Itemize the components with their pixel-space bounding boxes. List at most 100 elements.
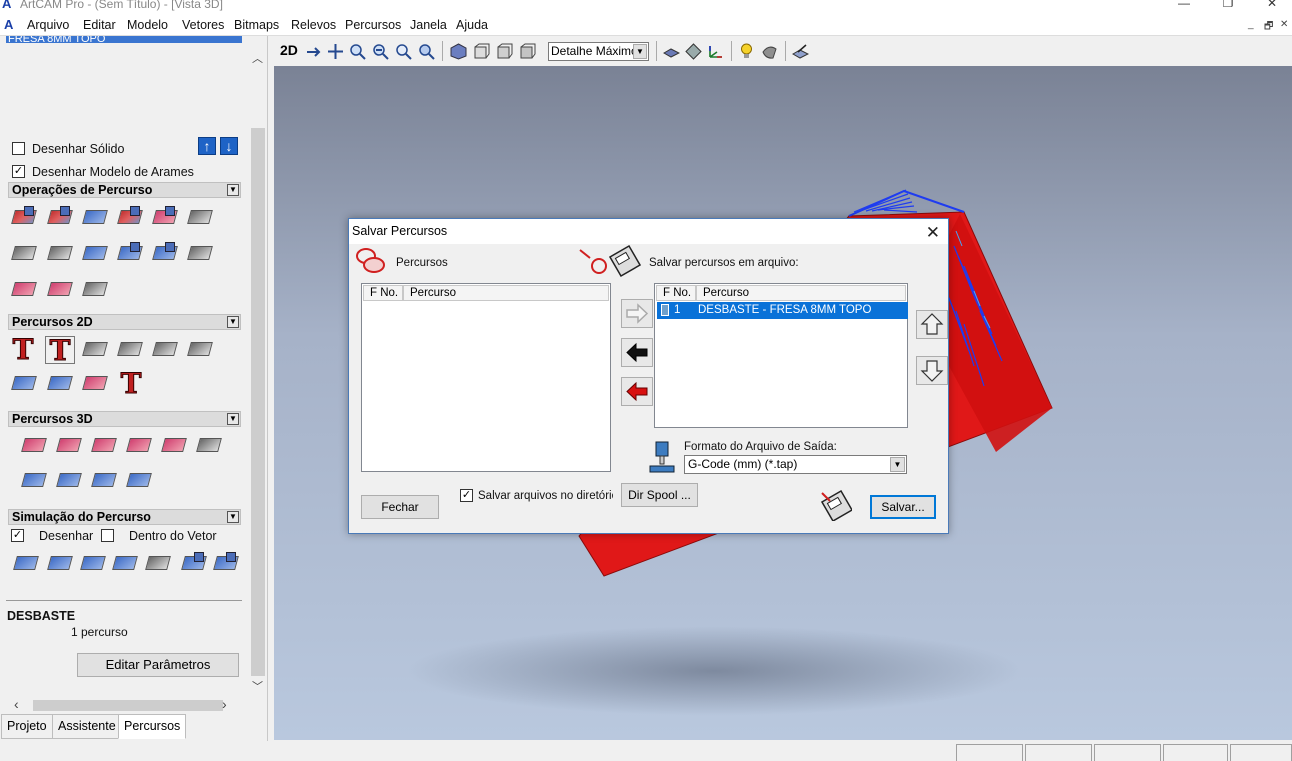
move-up-button[interactable] — [916, 310, 948, 339]
draw-mesh-icon[interactable] — [685, 43, 702, 60]
3d-simulation-icon[interactable] — [195, 432, 225, 460]
save-simulation-icon[interactable] — [180, 550, 210, 578]
front-view-icon[interactable] — [473, 43, 490, 60]
move-up-button[interactable]: ↑ — [198, 137, 216, 155]
artcam-menu-icon[interactable]: A — [4, 17, 13, 32]
minimize-button[interactable]: — — [1164, 0, 1204, 10]
section-simulacao-header[interactable]: Simulação do Percurso ▼ — [8, 509, 241, 525]
pencil-machining-icon[interactable] — [160, 432, 190, 460]
menu-janela[interactable]: Janela — [410, 18, 447, 32]
machine-relief-icon[interactable] — [20, 432, 50, 460]
rotary-machining-icon[interactable] — [125, 467, 155, 495]
menu-relevos[interactable]: Relevos — [291, 18, 336, 32]
collapse-icon[interactable]: ▼ — [227, 184, 239, 196]
reset-simulation-icon[interactable] — [111, 550, 141, 578]
section-operacoes-header[interactable]: Operações de Percurso ▼ — [8, 182, 241, 198]
list-item[interactable]: 1 DESBASTE - FRESA 8MM TOPO — [657, 302, 908, 319]
material-setup-icon[interactable] — [81, 240, 111, 268]
rest-machining-icon[interactable] — [125, 432, 155, 460]
simulate-all-icon[interactable] — [46, 550, 76, 578]
iso-view-icon[interactable] — [450, 43, 467, 60]
maximize-button[interactable]: ❐ — [1208, 0, 1248, 10]
simulation-relief-icon[interactable] — [144, 550, 174, 578]
z-level-roughing-icon[interactable] — [55, 432, 85, 460]
menu-ajuda[interactable]: Ajuda — [456, 18, 488, 32]
col-fno-header[interactable]: F No. — [656, 285, 696, 301]
tab-projeto[interactable]: Projeto — [1, 714, 53, 739]
draw-wireframe-checkbox[interactable]: ✓ — [12, 165, 25, 178]
close-button[interactable]: ✕ — [1252, 0, 1292, 10]
remove-all-button[interactable] — [621, 377, 653, 406]
3d-finishing-icon[interactable] — [90, 432, 120, 460]
transform-toolpath-icon[interactable] — [151, 204, 181, 232]
edit-parameters-button[interactable]: Editar Parâmetros — [77, 653, 239, 677]
side-view-icon[interactable] — [496, 43, 513, 60]
toolpath-list-selected[interactable]: FRESA 8MM TOPO — [6, 36, 242, 43]
toolpath-material-icon[interactable] — [81, 204, 111, 232]
save-toolpaths-list[interactable]: F No. Percurso 1 DESBASTE - FRESA 8MM TO… — [654, 283, 908, 428]
menu-modelo[interactable]: Modelo — [127, 18, 168, 32]
panel-horizontal-scrollbar[interactable]: ‹ › — [8, 696, 240, 712]
save-button[interactable]: Salvar... — [870, 495, 936, 519]
tool-database-icon[interactable] — [10, 240, 40, 268]
scroll-right-icon[interactable]: › — [222, 696, 227, 712]
fluting-icon[interactable]: T — [116, 369, 146, 398]
toolpath-summary-icon[interactable] — [186, 204, 216, 232]
section-percursos-2d-header[interactable]: Percursos 2D ▼ — [8, 314, 241, 330]
scroll-up-icon[interactable]: ︿ — [252, 50, 263, 66]
menu-editar[interactable]: Editar — [83, 18, 116, 32]
collapse-icon[interactable]: ▼ — [227, 511, 239, 523]
set-home-icon[interactable] — [46, 240, 76, 268]
probing-icon[interactable] — [20, 467, 50, 495]
top-view-icon[interactable] — [519, 43, 536, 60]
close-dialog-button[interactable]: Fechar — [361, 495, 439, 519]
drilling-icon[interactable] — [186, 336, 216, 364]
menu-vetores[interactable]: Vetores — [182, 18, 224, 32]
light-icon[interactable] — [738, 43, 755, 60]
load-simulation-icon[interactable] — [212, 550, 242, 578]
feature-3d-icon[interactable] — [90, 467, 120, 495]
menu-bitmaps[interactable]: Bitmaps — [234, 18, 279, 32]
feature-machining-icon[interactable] — [81, 370, 111, 398]
chevron-down-icon[interactable]: ▼ — [890, 457, 905, 472]
section-percursos-3d-header[interactable]: Percursos 3D ▼ — [8, 411, 241, 427]
scroll-down-icon[interactable]: ﹀ — [252, 678, 263, 694]
move-down-button[interactable] — [916, 356, 948, 385]
add-toolpath-icon[interactable] — [10, 276, 40, 304]
dialog-close-icon[interactable]: ✕ — [926, 221, 940, 245]
scroll-thumb[interactable] — [251, 128, 265, 676]
toolpath-sheet-icon[interactable] — [81, 276, 111, 304]
merge-toolpaths-icon[interactable] — [116, 204, 146, 232]
scroll-left-icon[interactable]: ‹ — [14, 696, 19, 712]
output-format-select[interactable]: G-Code (mm) (*.tap) ▼ — [684, 455, 907, 474]
mdi-close-button[interactable]: ✕ — [1280, 19, 1288, 30]
mdi-restore-button[interactable]: 🗗 — [1264, 19, 1273, 36]
sim-inside-vector-checkbox[interactable] — [101, 529, 114, 542]
profile-machining-icon[interactable]: T — [8, 335, 38, 364]
scroll-thumb[interactable] — [33, 700, 223, 711]
tab-assistente[interactable]: Assistente — [52, 714, 122, 739]
cut-out-icon[interactable] — [55, 467, 85, 495]
detail-level-select[interactable]: Detalhe Máximo ▼ — [548, 42, 649, 61]
save-toolpath-icon[interactable] — [151, 240, 181, 268]
export-toolpath-icon[interactable] — [116, 240, 146, 268]
dir-spool-button[interactable]: Dir Spool ... — [621, 483, 698, 507]
zoom-all-icon[interactable] — [418, 43, 435, 60]
col-percurso-header[interactable]: Percurso — [696, 285, 906, 301]
inlay-icon[interactable] — [10, 370, 40, 398]
save-in-directory-checkbox[interactable]: ✓ — [460, 489, 473, 502]
chevron-down-icon[interactable]: ▼ — [633, 44, 647, 59]
tab-percursos[interactable]: Percursos — [118, 714, 187, 739]
collapse-icon[interactable]: ▼ — [227, 413, 239, 425]
add-to-save-button[interactable] — [621, 299, 653, 328]
zoom-out-icon[interactable] — [372, 43, 389, 60]
engraving-icon[interactable] — [151, 336, 181, 364]
collapse-icon[interactable]: ▼ — [227, 316, 239, 328]
axes-icon[interactable] — [707, 43, 724, 60]
view-2d-button[interactable]: 2D — [280, 42, 298, 58]
calc-toolpath-icon[interactable] — [10, 204, 40, 232]
zoom-in-icon[interactable] — [349, 43, 366, 60]
area-clearance-icon[interactable]: T — [45, 336, 75, 365]
rotary-axis-icon[interactable] — [186, 240, 216, 268]
col-percurso-header[interactable]: Percurso — [403, 285, 609, 301]
